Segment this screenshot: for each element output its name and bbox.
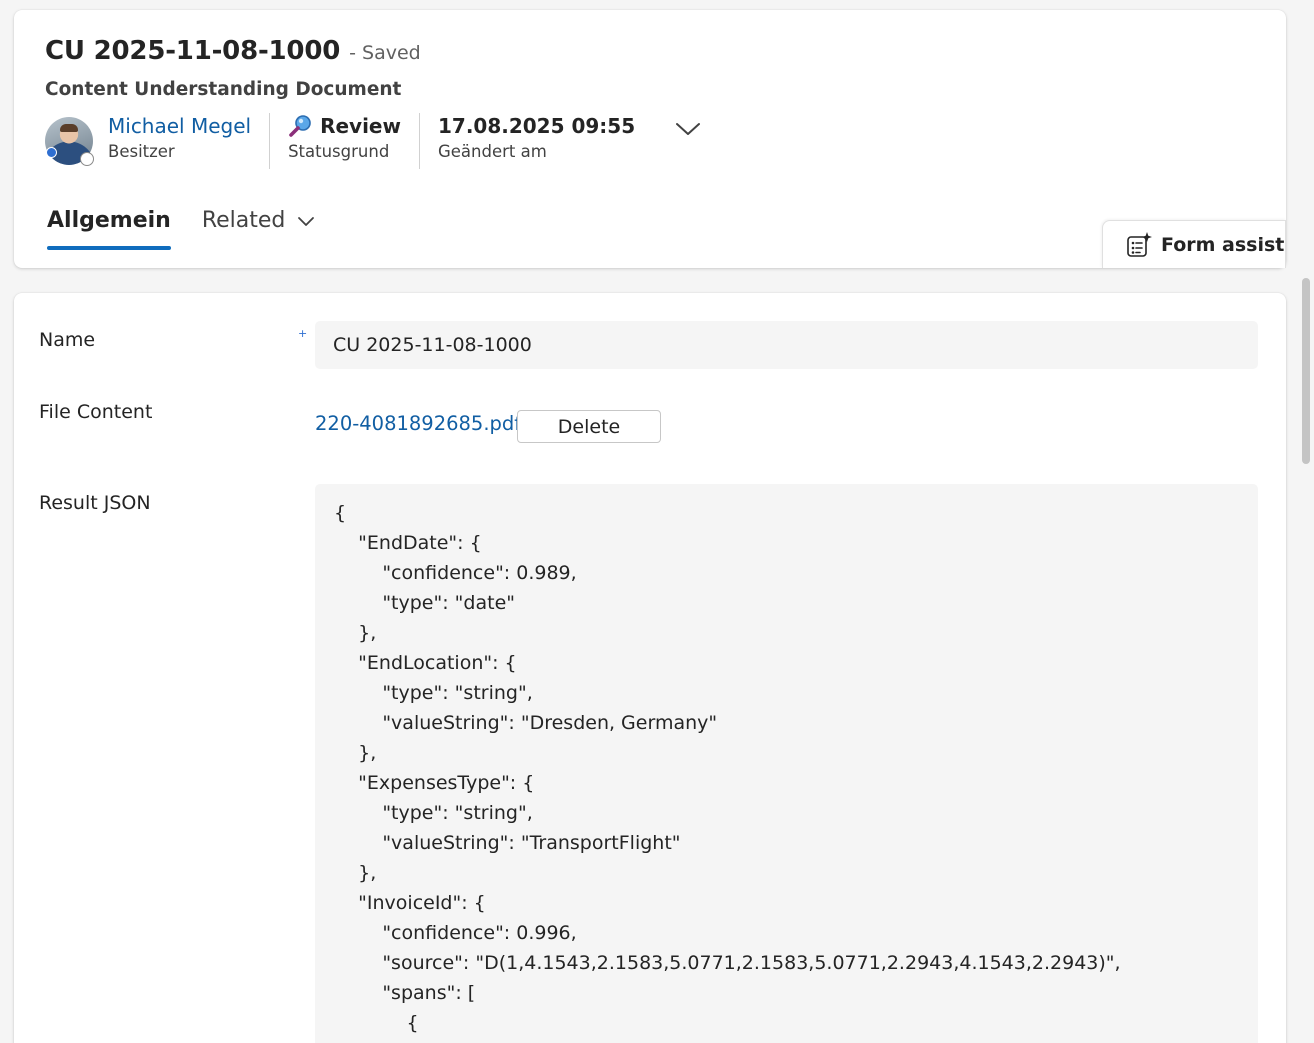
json-line: "confidence": 0.996, (334, 922, 577, 944)
form-assist-sparkle-icon (1127, 231, 1152, 257)
tab-related-label: Related (201, 208, 286, 233)
result-json-label: Result JSON (39, 492, 151, 514)
chevron-down-icon (298, 217, 315, 226)
json-line: { (334, 502, 347, 524)
json-line: "type": "string", (334, 802, 533, 824)
required-indicator: + (298, 327, 308, 340)
title-row: CU 2025-11-08-1000 - Saved (45, 36, 421, 66)
file-link[interactable]: 220-4081892685.pdf (315, 412, 521, 435)
json-line: { (334, 1012, 419, 1034)
json-line: }, (334, 742, 377, 764)
status-field: Review Statusgrund (270, 113, 419, 169)
modified-field: 17.08.2025 09:55 Geändert am (420, 113, 653, 169)
delete-button[interactable]: Delete (517, 410, 661, 443)
result-json-textarea[interactable]: { "EndDate": { "confidence": 0.989, "typ… (315, 484, 1258, 1043)
tab-allgemein-label: Allgemein (47, 208, 171, 233)
name-label: Name (39, 329, 96, 351)
status-label: Review (320, 114, 401, 138)
page-title: CU 2025-11-08-1000 (45, 36, 341, 66)
presence-status-icon (80, 152, 94, 166)
json-line: "valueString": "Dresden, Germany" (334, 712, 718, 734)
modified-caption: Geändert am (437, 142, 547, 161)
avatar-badge-icon (46, 147, 57, 158)
status-value: Review (288, 113, 401, 139)
scrollbar-thumb[interactable] (1302, 278, 1310, 464)
modified-value: 17.08.2025 09:55 (437, 114, 636, 138)
avatar[interactable] (45, 117, 94, 166)
avatar-hair (60, 124, 78, 132)
owner-name-link[interactable]: Michael Megel (108, 113, 251, 139)
json-line: "confidence": 0.989, (334, 562, 577, 584)
magnifier-icon (289, 115, 311, 137)
tab-related[interactable]: Related (202, 206, 316, 250)
json-line: "EndLocation": { (334, 652, 517, 674)
entity-name: Content Understanding Document (45, 79, 402, 100)
json-line: "valueString": "TransportFlight" (334, 832, 681, 854)
owner-text: Michael Megel Besitzer (108, 113, 251, 165)
file-content-label: File Content (39, 401, 153, 423)
json-line: }, (334, 622, 377, 644)
json-line: "source": "D(1,4.1543,2.1583,5.0771,2.15… (334, 952, 1121, 974)
json-line: "spans": [ (334, 982, 476, 1004)
form-assist-label: Form assist (1161, 233, 1285, 256)
json-line: "type": "date" (334, 592, 516, 614)
json-line: "type": "string", (334, 682, 533, 704)
name-input[interactable] (315, 321, 1258, 369)
tab-list: Allgemein Related (47, 206, 315, 250)
header-fields: Michael Megel Besitzer Review Statusgrun… (45, 113, 701, 173)
owner-field: Michael Megel Besitzer (45, 113, 269, 169)
json-line: }, (334, 862, 377, 884)
status-caption: Statusgrund (288, 142, 390, 161)
json-line: "InvoiceId": { (334, 892, 486, 914)
tab-allgemein[interactable]: Allgemein (47, 206, 171, 250)
json-line: "ExpensesType": { (334, 772, 535, 794)
form-section: Name + File Content 220-4081892685.pdf D… (14, 293, 1286, 1043)
chevron-down-icon[interactable] (675, 121, 701, 137)
form-assist-button[interactable]: Form assist (1102, 220, 1286, 268)
json-line: "EndDate": { (334, 532, 482, 554)
record-header: CU 2025-11-08-1000 - Saved Content Under… (14, 10, 1286, 268)
owner-caption: Besitzer (108, 142, 175, 161)
saved-status: - Saved (349, 42, 421, 64)
page-scrollbar[interactable] (1298, 272, 1314, 1043)
